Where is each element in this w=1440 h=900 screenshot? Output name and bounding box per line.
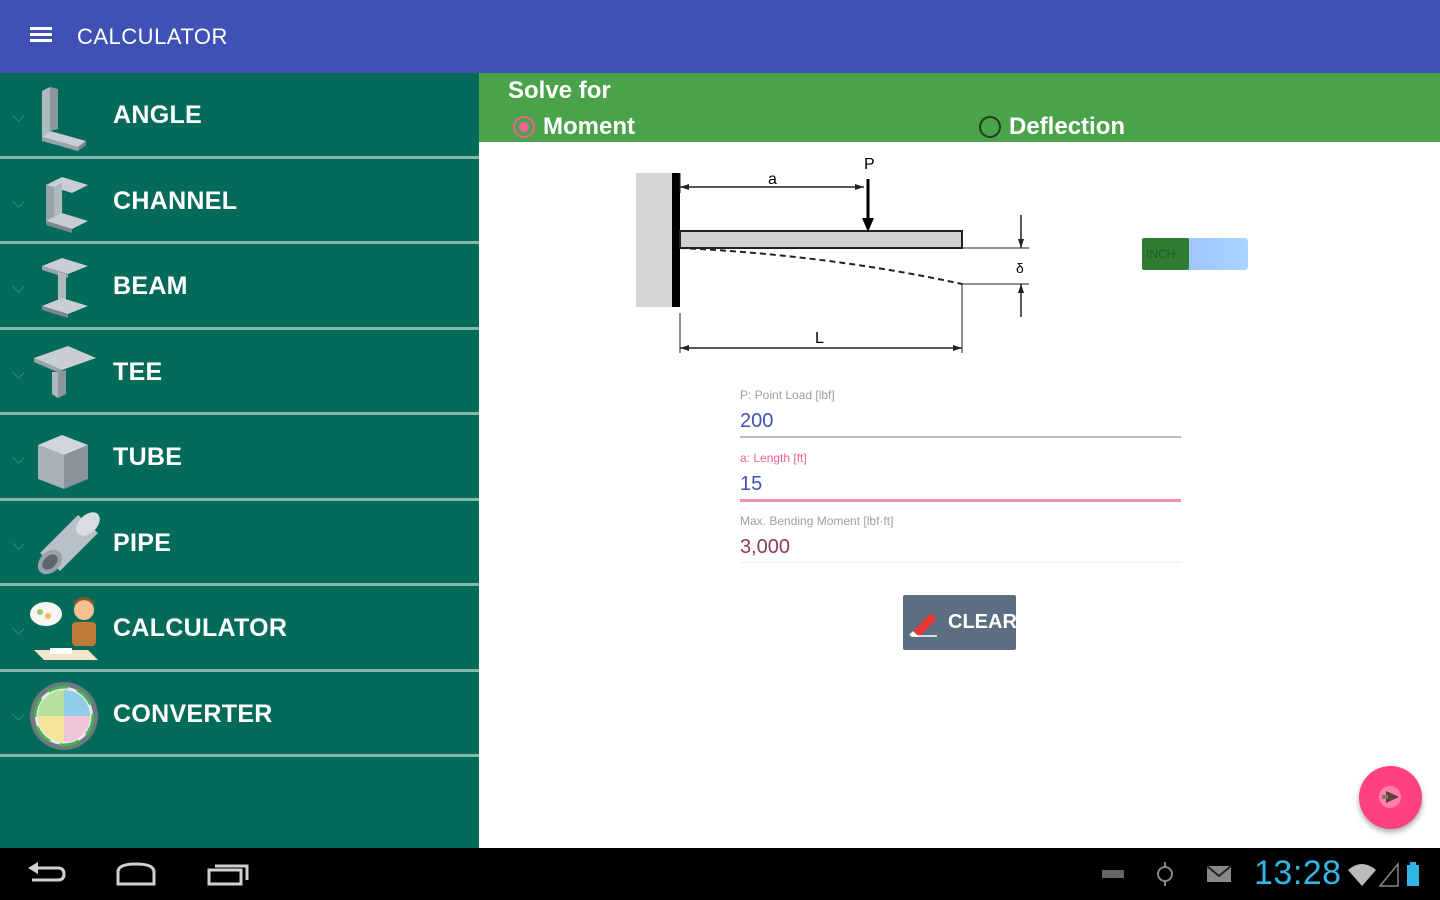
- recent-apps-icon[interactable]: [203, 858, 251, 890]
- field-underline: [740, 436, 1181, 438]
- app-title: CALCULATOR: [77, 24, 228, 49]
- chevron-down-icon: [12, 451, 25, 464]
- clear-button[interactable]: CLEAR: [903, 595, 1017, 650]
- beam-profile-icon: [42, 258, 88, 318]
- sidebar-item-angle[interactable]: ANGLE: [0, 73, 479, 159]
- sidebar: ANGLE CHANNEL BEAM TEE TUBE PIPE CALCULA…: [0, 73, 479, 848]
- load-label: P: [864, 156, 875, 173]
- share-icon: [1379, 786, 1401, 808]
- angle-profile-icon: [42, 87, 86, 151]
- wall-edge: [672, 173, 680, 307]
- pipe-profile-icon: [37, 511, 100, 574]
- sidebar-item-label: CONVERTER: [113, 699, 273, 728]
- point-load-field[interactable]: P: Point Load [lbf]: [740, 388, 1181, 438]
- length-label: L: [815, 330, 824, 347]
- sidebar-item-converter[interactable]: CONVERTER: [0, 672, 479, 757]
- radio-deflection[interactable]: Deflection: [979, 113, 1125, 141]
- calculator-person-icon: [30, 597, 98, 660]
- a-label: a: [768, 171, 777, 188]
- sidebar-item-pipe[interactable]: PIPE: [0, 501, 479, 586]
- converter-circle-icon: [30, 681, 98, 750]
- mail-icon: [1206, 865, 1232, 882]
- tube-profile-icon: [38, 435, 88, 489]
- chevron-down-icon: [12, 622, 25, 635]
- sidebar-item-label: TEE: [113, 357, 163, 386]
- beam: [679, 230, 963, 249]
- radio-circle: [979, 116, 1001, 138]
- eraser-icon: [909, 613, 937, 637]
- solve-for-bar: Solve for Moment Deflection: [479, 73, 1440, 142]
- point-load-input[interactable]: [740, 406, 1181, 436]
- toggle-label: INCH: [1146, 247, 1176, 261]
- deflected-shape: [679, 247, 963, 285]
- sidebar-item-label: PIPE: [113, 528, 172, 557]
- back-icon[interactable]: [24, 858, 68, 890]
- sidebar-item-beam[interactable]: BEAM: [0, 244, 479, 330]
- floating-action-button[interactable]: [1359, 766, 1422, 829]
- wifi-icon: [1348, 864, 1376, 886]
- radio-label: Deflection: [1009, 113, 1126, 140]
- signal-icon: [1378, 862, 1399, 887]
- battery-icon: [1407, 862, 1419, 886]
- tee-profile-icon: [34, 345, 96, 398]
- field-label: a: Length [ft]: [740, 451, 807, 465]
- sidebar-item-label: TUBE: [113, 443, 183, 471]
- radio-moment[interactable]: Moment: [513, 113, 635, 141]
- channel-profile-icon: [46, 176, 88, 233]
- radio-label: Moment: [543, 113, 635, 140]
- field-underline: [740, 499, 1181, 502]
- sidebar-item-label: BEAM: [113, 272, 188, 300]
- solve-for-title: Solve for: [508, 77, 611, 104]
- field-label: P: Point Load [lbf]: [740, 388, 835, 402]
- clear-label: CLEAR: [948, 611, 1017, 633]
- cantilever-beam-diagram: P a δ L: [636, 156, 1029, 353]
- home-icon[interactable]: [112, 858, 160, 890]
- sidebar-item-channel[interactable]: CHANNEL: [0, 159, 479, 244]
- menu-icon[interactable]: [30, 27, 52, 45]
- sidebar-item-label: ANGLE: [113, 101, 202, 129]
- length-input[interactable]: [740, 469, 1181, 499]
- gps-icon: [1157, 862, 1173, 886]
- calculator-panel: Solve for Moment Deflection P a δ L INCH…: [479, 73, 1440, 848]
- status-clock: 13:28: [1254, 854, 1342, 892]
- field-label: Max. Bending Moment [lbf·ft]: [740, 514, 894, 528]
- unit-toggle[interactable]: INCH: [1142, 238, 1248, 270]
- sidebar-item-calculator[interactable]: CALCULATOR: [0, 586, 479, 672]
- max-moment-value: 3,000: [740, 536, 791, 558]
- chevron-down-icon: [12, 194, 25, 208]
- sidebar-item-label: CHANNEL: [113, 186, 238, 215]
- length-field[interactable]: a: Length [ft]: [740, 451, 1181, 502]
- max-moment-field: Max. Bending Moment [lbf·ft] 3,000: [740, 514, 1181, 563]
- deflection-label: δ: [1016, 260, 1024, 276]
- wall-support: [636, 173, 676, 307]
- sidebar-item-label: CALCULATOR: [113, 614, 288, 642]
- sidebar-item-tube[interactable]: TUBE: [0, 415, 479, 501]
- chevron-down-icon: [12, 365, 25, 379]
- field-underline: [740, 562, 1181, 563]
- app-bar: CALCULATOR: [0, 0, 1440, 73]
- system-nav-bar: 13:28: [0, 848, 1440, 900]
- sidebar-item-tee[interactable]: TEE: [0, 330, 479, 415]
- chevron-down-icon: [12, 280, 25, 293]
- chevron-down-icon: [12, 536, 25, 550]
- chevron-down-icon: [12, 109, 25, 122]
- keyboard-icon: [1102, 870, 1124, 878]
- chevron-down-icon: [12, 707, 25, 721]
- radio-circle: [513, 116, 535, 138]
